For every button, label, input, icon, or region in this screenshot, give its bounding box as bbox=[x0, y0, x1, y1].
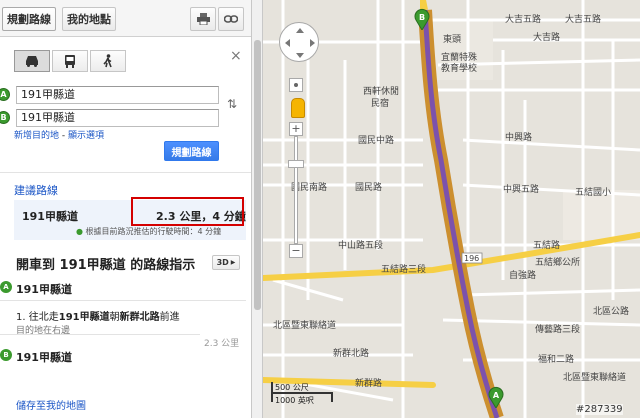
pan-arrows-icon bbox=[285, 28, 315, 58]
swap-icon[interactable]: ⇅ bbox=[227, 97, 237, 111]
directions-end-marker: B bbox=[0, 349, 12, 361]
zoom-reset[interactable] bbox=[289, 78, 303, 92]
map-label-wujie-road-2: 五結路 bbox=[533, 241, 561, 251]
map-label-zhongshan: 中山路五段 bbox=[338, 241, 384, 251]
link-button[interactable] bbox=[218, 7, 244, 31]
map-label-fort-2: 民宿 bbox=[371, 99, 390, 109]
suggested-routes-heading: 建議路線 bbox=[14, 184, 58, 197]
directions-end-label: 191甲縣道 bbox=[16, 351, 72, 364]
scale-metric: 500 公尺 bbox=[275, 383, 309, 392]
step-middle: 朝 bbox=[109, 312, 120, 323]
view-3d-label: 3D bbox=[216, 258, 229, 267]
panel-scrollbar[interactable] bbox=[252, 0, 263, 418]
map-label-xinqun: 新群北路 bbox=[333, 349, 370, 359]
step-number: 1. bbox=[16, 312, 26, 323]
map-label-road-east: 大吉五路 bbox=[505, 15, 542, 25]
step-target: 新群北路 bbox=[119, 312, 160, 323]
route-start-pin[interactable]: B bbox=[413, 8, 431, 31]
map-label-beiqu: 北區暨東聯絡道 bbox=[273, 321, 337, 331]
tab-my-places[interactable]: 我的地點 bbox=[62, 7, 116, 31]
scale-bar: 500 公尺 1000 英呎 bbox=[271, 380, 351, 406]
directions-title: 開車到 191甲縣道 的路線指示 bbox=[16, 258, 196, 273]
start-marker: A bbox=[0, 88, 10, 101]
direction-step[interactable]: 1. 往北走191甲縣道朝新群北路前進 bbox=[16, 308, 180, 323]
map-label-wujie-road: 五結路三段 bbox=[381, 265, 427, 275]
link-icon bbox=[224, 15, 238, 23]
view-3d-button[interactable]: 3D ▶ bbox=[212, 255, 240, 270]
plan-route-button[interactable]: 規劃路線 bbox=[164, 141, 219, 161]
traffic-note-text: 根據目前路況推估的行駛時間：4 分鐘 bbox=[85, 227, 222, 236]
scale-imperial: 1000 英呎 bbox=[275, 396, 314, 405]
end-marker: B bbox=[0, 111, 10, 124]
show-options-link[interactable]: 顯示選項 bbox=[68, 131, 104, 141]
print-button[interactable] bbox=[190, 7, 216, 31]
step-road: 191甲縣道 bbox=[58, 312, 110, 323]
route-links: 新增目的地 - 顯示選項 bbox=[14, 128, 104, 141]
map-label-zili: 自強路 bbox=[509, 271, 537, 281]
divider bbox=[0, 334, 200, 335]
map-label-wujie-office: 五結鄉公所 bbox=[535, 258, 581, 268]
print-icon bbox=[196, 13, 210, 25]
mode-walking-button[interactable] bbox=[90, 50, 126, 72]
directions-start-marker: A bbox=[0, 281, 12, 293]
map-label-zhongxing: 中興路 bbox=[505, 133, 533, 143]
zoom-out-button[interactable]: − bbox=[289, 244, 303, 258]
divider bbox=[0, 172, 251, 173]
map-label-school-2: 教育學校 bbox=[441, 64, 478, 74]
link-separator: - bbox=[59, 131, 68, 141]
car-icon bbox=[26, 56, 38, 67]
directions-start-label: 191甲縣道 bbox=[16, 283, 72, 296]
map-label-sanxing: 國民路 bbox=[355, 183, 383, 193]
pin-b-icon: A bbox=[488, 386, 504, 409]
map-label-daji5: 大吉五路 bbox=[565, 15, 602, 25]
add-destination-link[interactable]: 新增目的地 bbox=[14, 131, 59, 141]
map-label-minsheng: 國民中路 bbox=[358, 136, 395, 146]
highlight-box bbox=[131, 197, 244, 226]
tab-bar: 規劃路線 我的地點 bbox=[0, 0, 251, 37]
save-to-my-maps-link[interactable]: 儲存至我的地圖 bbox=[16, 397, 86, 412]
map-label-daji: 大吉路 bbox=[533, 33, 561, 43]
zoom-slider-track[interactable] bbox=[294, 136, 298, 244]
step-distance: 2.3 公里 bbox=[204, 339, 240, 349]
map-label-beiqu-road: 北區公路 bbox=[593, 307, 630, 317]
svg-text:B: B bbox=[419, 13, 425, 22]
pin-a-icon: B bbox=[414, 8, 430, 31]
map-view[interactable]: 196 大吉五路 大吉五路 大吉路 東頭 宜蘭特殊 教育學校 西軒休閒 民宿 中… bbox=[263, 0, 640, 418]
scrollbar-thumb[interactable] bbox=[254, 40, 261, 310]
start-input[interactable]: 191甲縣道 bbox=[16, 86, 219, 104]
tab-directions[interactable]: 規劃路線 bbox=[2, 7, 56, 31]
route-name: 191甲縣道 bbox=[22, 210, 78, 223]
map-label-chuanyi: 傳藝路三段 bbox=[535, 325, 581, 335]
traffic-note: ● 根據目前路況推估的行駛時間：4 分鐘 bbox=[76, 227, 222, 236]
divider bbox=[0, 300, 246, 301]
mode-driving-button[interactable] bbox=[14, 50, 50, 72]
map-label-dongtou: 東頭 bbox=[443, 35, 462, 45]
bus-icon bbox=[65, 54, 75, 68]
svg-text:A: A bbox=[493, 391, 500, 400]
watermark: #287339 bbox=[576, 404, 623, 415]
directions-panel: 規劃路線 我的地點 × A 191甲縣道 B 191甲縣道 ⇅ 新增目的地 - … bbox=[0, 0, 252, 418]
pegman-icon[interactable] bbox=[291, 98, 305, 118]
step-prefix: 往北走 bbox=[28, 312, 59, 323]
walking-icon bbox=[103, 54, 112, 68]
step-suffix: 前進 bbox=[159, 312, 180, 323]
map-label-route-196: 196 bbox=[464, 254, 480, 263]
route-end-pin[interactable]: A bbox=[487, 386, 505, 409]
close-icon[interactable]: × bbox=[230, 48, 242, 64]
pan-control[interactable] bbox=[279, 22, 319, 62]
zoom-in-button[interactable]: + bbox=[289, 122, 303, 136]
map-label-pailiu: 五結國小 bbox=[575, 188, 612, 198]
map-label-beiqu-2: 北區暨東聯絡道 bbox=[563, 373, 627, 383]
mode-transit-button[interactable] bbox=[52, 50, 88, 72]
map-label-zhongxing-5: 中興五路 bbox=[503, 185, 540, 195]
map-label-xincheng: 新群路 bbox=[355, 379, 383, 389]
end-input[interactable]: 191甲縣道 bbox=[16, 109, 219, 127]
zoom-slider-thumb[interactable] bbox=[288, 160, 304, 168]
map-label-fuhe: 福和二路 bbox=[538, 355, 575, 365]
